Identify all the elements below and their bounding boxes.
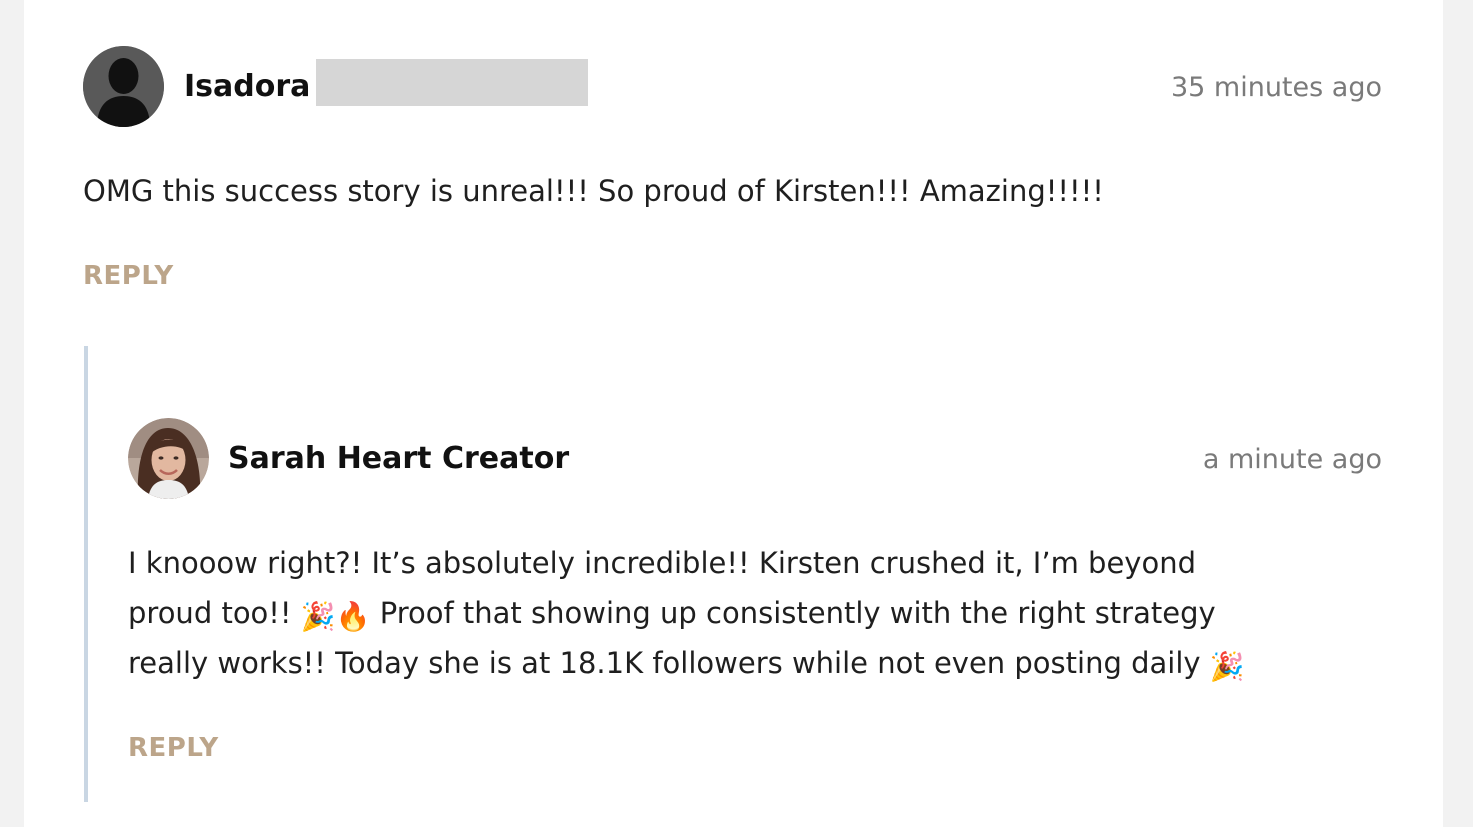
party-fire-emoji: 🎉🔥 [300, 600, 371, 633]
reply-button[interactable]: REPLY [83, 263, 174, 289]
default-avatar-icon [83, 46, 164, 127]
reply-text-line-1: I knooow right?! It’s absolutely incredi… [128, 546, 1196, 580]
comment-timestamp: 35 minutes ago [1170, 72, 1382, 103]
redacted-surname [316, 59, 588, 106]
reply-button[interactable]: REPLY [128, 735, 219, 761]
user-avatar[interactable] [128, 418, 209, 499]
comment-text: OMG this success story is unreal!!! So p… [83, 174, 1104, 208]
comment-author[interactable]: Isadora [184, 72, 310, 102]
comments-section: Isadora 35 minutes ago OMG this success … [24, 0, 1443, 827]
reply-text-line-3: really works!! Today she is at 18.1K fol… [128, 646, 1245, 683]
reply-text-line-2: proud too!! 🎉🔥 Proof that showing up con… [128, 596, 1216, 633]
reply-text: I knooow right?! It’s absolutely incredi… [128, 538, 1245, 688]
reply-author[interactable]: Sarah Heart Creator [228, 444, 569, 474]
party-popper-emoji: 🎉 [1209, 650, 1245, 683]
thread-indent-line [84, 346, 88, 802]
reply-timestamp: a minute ago [1202, 444, 1382, 475]
